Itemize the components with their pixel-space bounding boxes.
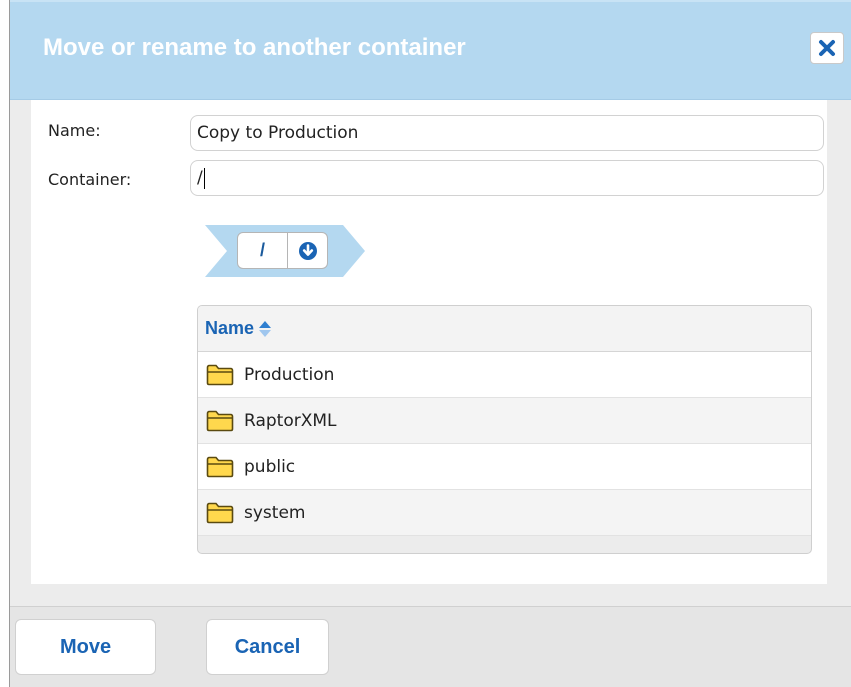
container-field-value: / [197,168,203,188]
table-row[interactable]: public [198,444,811,490]
folder-icon [206,364,234,385]
close-button[interactable] [810,32,844,64]
dialog-body: Name: Copy to Production Container: / / [31,100,827,584]
table-header: Name [198,306,811,352]
folder-icon [206,410,234,431]
folder-name: Production [244,364,335,385]
text-caret [203,167,205,189]
table-row[interactable]: Production [198,352,811,398]
name-field[interactable]: Copy to Production [190,115,824,151]
name-label: Name: [48,121,101,140]
arrow-down-circle-icon [298,241,317,260]
name-field-value: Copy to Production [197,123,359,143]
name-column-label: Name [205,318,255,338]
folder-name: RaptorXML [244,410,337,431]
folder-name: system [244,502,306,523]
dialog-footer: Move Cancel [10,606,851,687]
breadcrumb: / [205,225,365,277]
container-table: Name Production RaptorXML public system [197,305,812,554]
folder-icon [206,502,234,523]
breadcrumb-root-segment[interactable]: / [237,232,288,269]
name-column-header[interactable]: Name [205,318,272,339]
cancel-button[interactable]: Cancel [206,619,329,675]
sort-icon [259,320,272,337]
dialog-title: Move or rename to another container [43,34,466,61]
breadcrumb-dropdown-button[interactable] [288,232,328,269]
folder-icon [206,456,234,477]
container-field[interactable]: / [190,160,824,196]
move-button[interactable]: Move [15,619,156,675]
table-row[interactable]: system [198,490,811,536]
container-label: Container: [48,170,132,189]
close-icon [819,40,835,56]
dialog-titlebar: Move or rename to another container [10,0,851,100]
table-row[interactable]: RaptorXML [198,398,811,444]
folder-name: public [244,456,296,477]
move-rename-dialog: Move or rename to another container Name… [9,0,851,687]
